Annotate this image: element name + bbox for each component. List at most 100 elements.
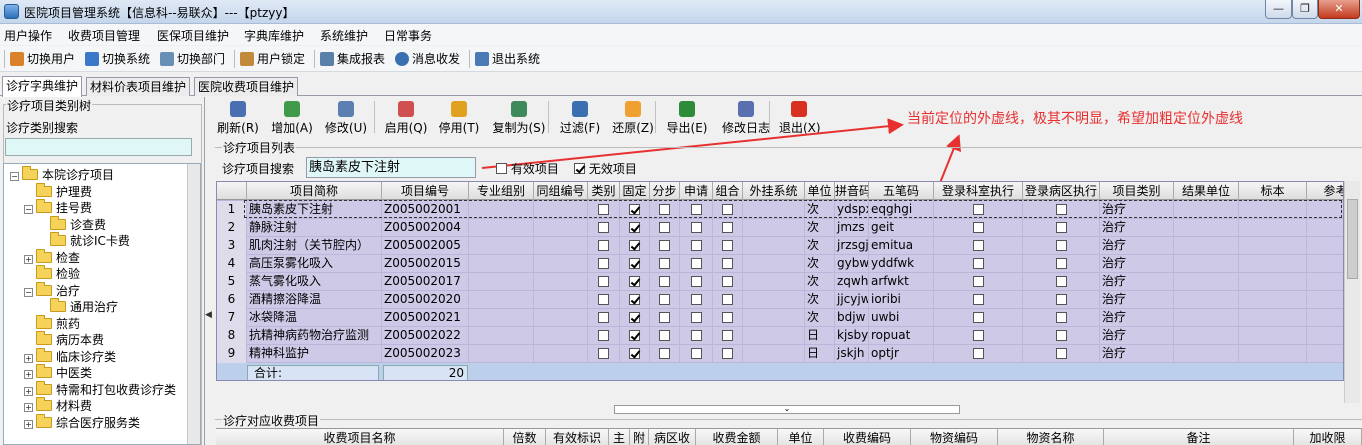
table-row[interactable]: 3 肌肉注射（关节腔内） Z005002005 次 jrzsgj emitua 治疗 [217, 237, 1343, 255]
checkbox[interactable] [722, 348, 733, 359]
invalid-items-checkbox[interactable]: 无效项目 [574, 160, 637, 177]
column-header[interactable]: 主 [609, 429, 630, 445]
splitter-handle[interactable]: ⌄ [614, 405, 960, 414]
checkbox[interactable] [690, 276, 702, 287]
grid-horizontal-scrollbar[interactable] [216, 390, 1344, 404]
checkbox[interactable] [1055, 312, 1067, 323]
table-row[interactable]: 4高压泵雾化吸入Z005002015 次gybwhxyddfwk 治疗 [217, 255, 1343, 273]
column-header[interactable] [217, 182, 247, 200]
grid-vertical-scrollbar[interactable] [1344, 181, 1360, 403]
column-header[interactable]: 标本 [1239, 182, 1307, 200]
checkbox[interactable] [598, 240, 609, 251]
column-header[interactable]: 物资名称 [998, 429, 1104, 445]
column-header[interactable]: 备注 [1104, 429, 1294, 445]
checkbox[interactable] [659, 330, 670, 341]
checkbox[interactable] [690, 258, 702, 269]
column-header[interactable]: 收费项目名称 [216, 429, 504, 445]
checkbox[interactable] [659, 240, 670, 251]
checkbox[interactable] [598, 222, 609, 233]
table-row[interactable]: 5蒸气雾化吸入Z005002017 次zqwhxrarfwkt 治疗 [217, 273, 1343, 291]
checkbox[interactable] [659, 312, 670, 323]
table-row[interactable]: 6 酒精擦浴降温 Z005002020 次 jjcyjw ioribi 治疗 [217, 291, 1343, 309]
column-header[interactable]: 单位 [778, 429, 824, 445]
project-search-input[interactable]: 胰岛素皮下注射 [306, 157, 476, 178]
column-header[interactable]: 参考值 [1307, 182, 1343, 200]
checkbox[interactable] [629, 348, 640, 359]
checkbox[interactable] [722, 330, 733, 341]
column-header[interactable]: 外挂系统 [743, 182, 805, 200]
checkbox[interactable] [722, 258, 733, 269]
checkbox[interactable] [690, 348, 702, 359]
checkbox[interactable] [722, 312, 733, 323]
table-row[interactable]: 2 静脉注射 Z005002004 次 jmzs geit 治疗 [217, 219, 1343, 237]
column-header[interactable]: 申请 [680, 182, 713, 200]
table-row[interactable]: 9 精神科监护 Z005002023 日 jskjh optjr 治疗 [217, 345, 1343, 363]
checkbox[interactable] [690, 240, 702, 251]
checkbox[interactable] [598, 348, 609, 359]
column-header[interactable]: 项目简称 [247, 182, 382, 200]
checkbox[interactable] [629, 294, 640, 305]
column-header[interactable]: 五笔码 [869, 182, 934, 200]
column-header[interactable]: 收费金额 [696, 429, 778, 445]
checkbox[interactable] [659, 222, 670, 233]
checkbox[interactable] [1055, 258, 1067, 269]
checkbox[interactable] [690, 312, 702, 323]
checkbox[interactable] [972, 222, 984, 233]
valid-items-box[interactable] [496, 163, 507, 174]
column-header[interactable]: 项目编号 [382, 182, 469, 200]
checkbox[interactable] [629, 222, 640, 233]
checkbox[interactable] [659, 348, 670, 359]
column-header[interactable]: 倍数 [504, 429, 546, 445]
checkbox[interactable] [1055, 276, 1067, 287]
scroll-thumb[interactable] [1347, 199, 1358, 279]
checkbox[interactable] [722, 276, 733, 287]
column-header[interactable]: 收费编码 [824, 429, 911, 445]
checkbox[interactable] [659, 294, 670, 305]
checkbox[interactable] [972, 276, 984, 287]
checkbox[interactable] [972, 348, 984, 359]
column-header[interactable]: 项目类别 [1100, 182, 1174, 200]
checkbox[interactable] [598, 276, 609, 287]
checkbox[interactable] [690, 330, 702, 341]
column-header[interactable]: 有效标识 [546, 429, 609, 445]
checkbox[interactable] [1055, 294, 1067, 305]
checkbox[interactable] [629, 312, 640, 323]
checkbox[interactable] [972, 330, 984, 341]
checkbox[interactable] [722, 294, 733, 305]
checkbox[interactable] [690, 222, 702, 233]
invalid-items-box[interactable] [574, 163, 585, 174]
checkbox[interactable] [659, 276, 670, 287]
column-header[interactable]: 附 [630, 429, 649, 445]
column-header[interactable]: 登录病区执行 [1023, 182, 1100, 200]
checkbox[interactable] [1055, 240, 1067, 251]
checkbox[interactable] [598, 258, 609, 269]
checkbox[interactable] [1055, 348, 1067, 359]
column-header[interactable]: 固定 [620, 182, 650, 200]
checkbox[interactable] [659, 258, 670, 269]
checkbox[interactable] [598, 330, 609, 341]
table-row[interactable]: 8抗精神病药物治疗监测Z005002022 日kjsbywropuat 治疗 [217, 327, 1343, 345]
column-header[interactable]: 登录科室执行 [934, 182, 1023, 200]
checkbox[interactable] [629, 330, 640, 341]
checkbox[interactable] [722, 240, 733, 251]
column-header[interactable]: 加收限 [1294, 429, 1362, 445]
checkbox[interactable] [690, 294, 702, 305]
checkbox[interactable] [598, 312, 609, 323]
column-header[interactable]: 分步 [650, 182, 680, 200]
column-header[interactable]: 单位 [805, 182, 835, 200]
checkbox[interactable] [1055, 222, 1067, 233]
valid-items-checkbox[interactable]: 有效项目 [496, 160, 559, 177]
checkbox[interactable] [629, 240, 640, 251]
column-header[interactable]: 物资编码 [911, 429, 998, 445]
checkbox[interactable] [972, 312, 984, 323]
checkbox[interactable] [972, 294, 984, 305]
column-header[interactable]: 组合 [713, 182, 743, 200]
column-header[interactable]: 类别 [588, 182, 620, 200]
column-header[interactable]: 专业组别 [469, 182, 534, 200]
checkbox[interactable] [629, 276, 640, 287]
checkbox[interactable] [1055, 330, 1067, 341]
checkbox[interactable] [722, 222, 733, 233]
column-header[interactable]: 结果单位 [1174, 182, 1239, 200]
checkbox[interactable] [972, 258, 984, 269]
column-header[interactable]: 病区收 [649, 429, 696, 445]
